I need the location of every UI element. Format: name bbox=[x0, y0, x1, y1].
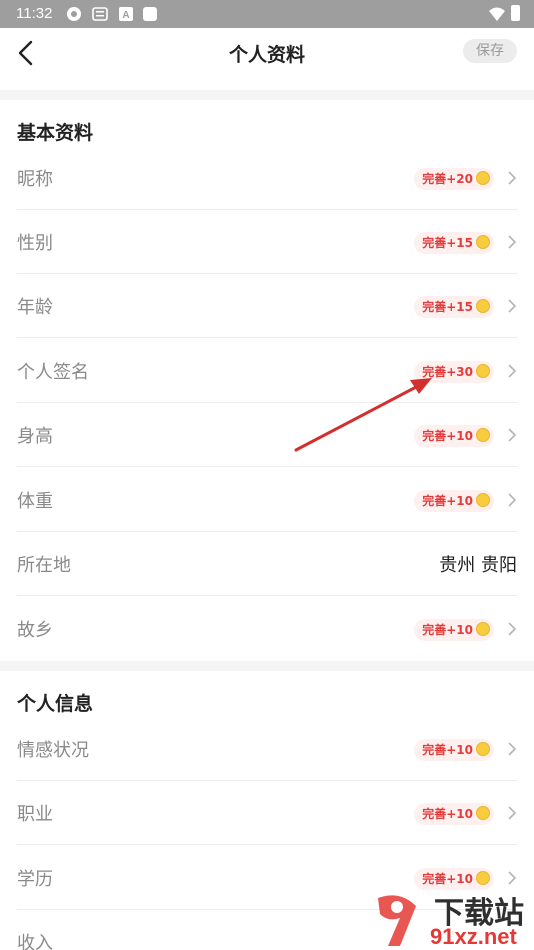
chevron-right-icon bbox=[508, 235, 517, 249]
coin-icon bbox=[476, 235, 490, 249]
chevron-right-icon bbox=[508, 364, 517, 378]
reward-badge: 完善+10 bbox=[414, 425, 494, 447]
row-label: 收入 bbox=[17, 933, 53, 950]
watermark-url: 91xz.net bbox=[430, 924, 517, 949]
reward-badge: 完善+15 bbox=[414, 296, 494, 318]
row-label: 昵称 bbox=[17, 169, 53, 190]
row-signature[interactable]: 个人签名 完善+30 bbox=[0, 339, 534, 403]
row-label: 身高 bbox=[17, 426, 53, 447]
row-label: 职业 bbox=[17, 804, 53, 825]
row-label: 年龄 bbox=[17, 297, 53, 318]
row-label: 情感状况 bbox=[17, 740, 89, 761]
save-button[interactable]: 保存 bbox=[463, 39, 517, 63]
chevron-right-icon bbox=[508, 622, 517, 636]
coin-icon bbox=[476, 622, 490, 636]
row-nickname[interactable]: 昵称 完善+20 bbox=[0, 146, 534, 210]
row-hometown[interactable]: 故乡 完善+10 bbox=[0, 597, 534, 661]
keyboard-icon bbox=[92, 7, 108, 21]
status-time: 11:32 bbox=[16, 5, 53, 22]
row-label: 故乡 bbox=[17, 620, 53, 641]
a-icon: A bbox=[119, 7, 133, 21]
coin-icon bbox=[476, 871, 490, 885]
coin-icon bbox=[476, 299, 490, 313]
row-height[interactable]: 身高 完善+10 bbox=[0, 403, 534, 467]
page-title: 个人资料 bbox=[228, 44, 305, 66]
row-label: 学历 bbox=[17, 869, 53, 890]
reward-badge: 完善+10 bbox=[414, 490, 494, 512]
reward-badge: 完善+10 bbox=[414, 619, 494, 641]
row-relationship[interactable]: 情感状况 完善+10 bbox=[0, 717, 534, 781]
chevron-right-icon bbox=[508, 493, 517, 507]
row-label: 所在地 bbox=[17, 555, 71, 576]
chevron-right-icon bbox=[508, 428, 517, 442]
chevron-right-icon bbox=[508, 806, 517, 820]
chevron-right-icon bbox=[508, 171, 517, 185]
row-label: 体重 bbox=[17, 491, 53, 512]
status-bar: 11:32 A bbox=[0, 0, 534, 28]
coin-icon bbox=[476, 171, 490, 185]
location-value: 贵州 贵阳 bbox=[439, 555, 517, 576]
wifi-icon bbox=[489, 7, 505, 21]
section-divider bbox=[0, 661, 534, 671]
battery-icon bbox=[511, 5, 520, 21]
svg-text:A: A bbox=[122, 10, 129, 21]
row-occupation[interactable]: 职业 完善+10 bbox=[0, 781, 534, 845]
row-divider bbox=[17, 466, 517, 467]
chevron-right-icon bbox=[508, 871, 517, 885]
coin-icon bbox=[476, 493, 490, 507]
section-title-personal: 个人信息 bbox=[17, 693, 94, 715]
row-divider bbox=[17, 595, 517, 596]
row-age[interactable]: 年龄 完善+15 bbox=[0, 274, 534, 338]
coin-icon bbox=[476, 742, 490, 756]
section-divider bbox=[0, 90, 534, 100]
chevron-right-icon bbox=[508, 742, 517, 756]
reward-badge: 完善+15 bbox=[414, 232, 494, 254]
reward-badge: 完善+10 bbox=[414, 739, 494, 761]
app-icon bbox=[67, 7, 81, 21]
square-icon bbox=[143, 7, 157, 21]
reward-badge: 完善+10 bbox=[414, 803, 494, 825]
reward-badge: 完善+10 bbox=[414, 868, 494, 890]
row-divider bbox=[17, 844, 517, 845]
coin-icon bbox=[476, 428, 490, 442]
row-weight[interactable]: 体重 完善+10 bbox=[0, 468, 534, 532]
watermark: 下载站 91xz.net bbox=[370, 888, 534, 950]
row-location[interactable]: 所在地 贵州 贵阳 bbox=[0, 532, 534, 596]
watermark-logo-icon bbox=[378, 895, 416, 946]
reward-badge: 完善+20 bbox=[414, 168, 494, 190]
row-label: 个人签名 bbox=[17, 362, 89, 383]
coin-icon bbox=[476, 364, 490, 378]
chevron-right-icon bbox=[508, 299, 517, 313]
row-label: 性别 bbox=[17, 233, 53, 254]
section-title-basic: 基本资料 bbox=[17, 122, 94, 144]
top-bar: 个人资料 保存 bbox=[0, 28, 534, 90]
reward-badge: 完善+30 bbox=[414, 361, 494, 383]
row-gender[interactable]: 性别 完善+15 bbox=[0, 210, 534, 274]
row-divider bbox=[17, 337, 517, 338]
coin-icon bbox=[476, 806, 490, 820]
